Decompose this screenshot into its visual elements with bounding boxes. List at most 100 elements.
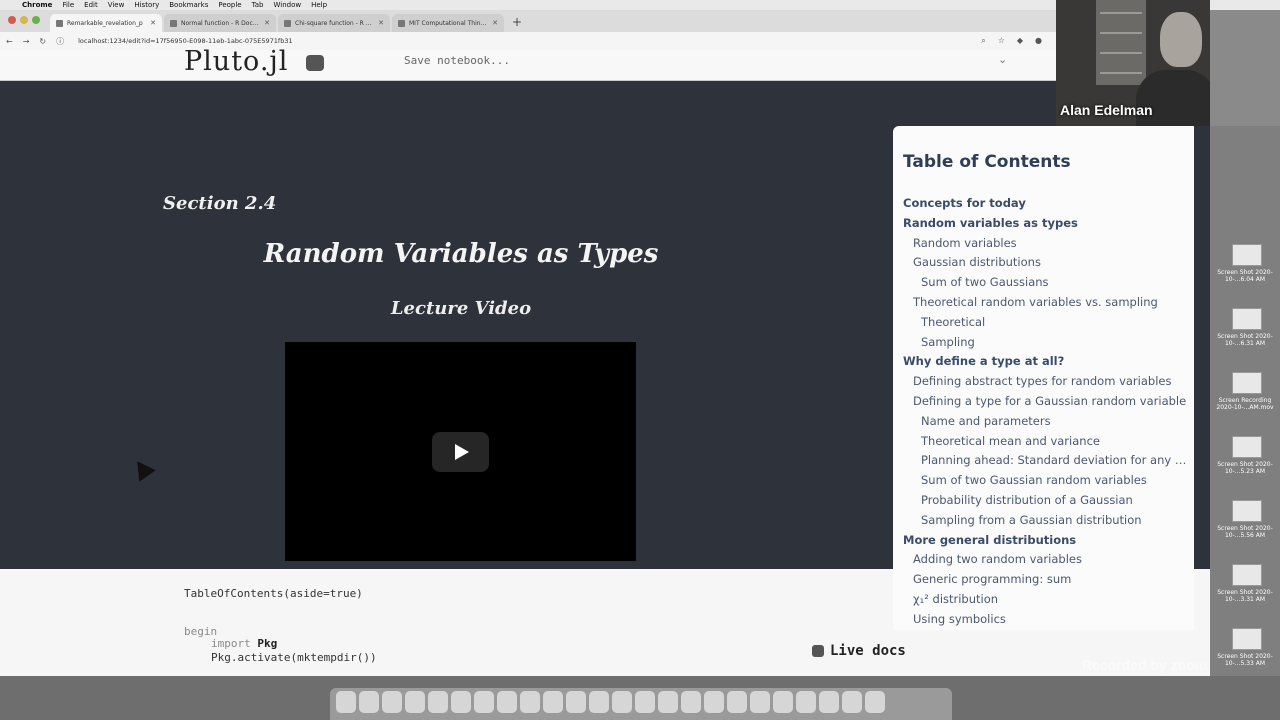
menu-item-history[interactable]: History	[134, 1, 159, 9]
menu-item-chrome[interactable]: Chrome	[22, 1, 52, 9]
dock-app-icon[interactable]	[796, 691, 816, 713]
toc-link[interactable]: Sum of two Gaussian random variables	[921, 473, 1147, 487]
reload-icon[interactable]: ↻	[39, 37, 46, 46]
toc-link[interactable]: Adding two random variables	[913, 552, 1082, 566]
forward-icon[interactable]: →	[23, 37, 30, 46]
export-icon[interactable]: ⌄	[998, 53, 1007, 66]
close-tab-icon[interactable]: ✕	[150, 19, 156, 27]
dock-app-icon[interactable]	[382, 691, 402, 713]
pluto-logo[interactable]: Pluto.jl	[184, 46, 288, 77]
toc-link[interactable]: Concepts for today	[903, 196, 1026, 210]
toc-link[interactable]: Defining a type for a Gaussian random va…	[913, 394, 1186, 408]
toc-link[interactable]: Generic programming: sum	[913, 572, 1071, 586]
browser-tab[interactable]: Remarkable_revelation_p ✕	[50, 14, 162, 32]
extension-icon[interactable]: ◆	[1017, 36, 1023, 46]
desktop-file-label[interactable]: Screen Shot 2020-10-...5.23 AM	[1212, 461, 1278, 475]
dock-app-icon[interactable]	[681, 691, 701, 713]
desktop-file-label[interactable]: Screen Recording 2020-10-...AM.mov	[1212, 397, 1278, 411]
menu-item-window[interactable]: Window	[273, 1, 301, 9]
dock-app-icon[interactable]	[359, 691, 379, 713]
zoom-icon[interactable]: ⌕	[981, 36, 985, 46]
toc-link[interactable]: Name and parameters	[921, 414, 1051, 428]
dock-app-icon[interactable]	[405, 691, 425, 713]
toc-link[interactable]: More general distributions	[903, 533, 1076, 547]
browser-tab[interactable]: Normal function - R Document ✕	[164, 14, 276, 32]
dock-app-icon[interactable]	[635, 691, 655, 713]
info-icon[interactable]: ⓘ	[56, 36, 64, 47]
browser-tab[interactable]: Chi-square function - R Docum ✕	[278, 14, 390, 32]
close-tab-icon[interactable]: ✕	[378, 19, 384, 27]
maximize-window-icon[interactable]	[32, 16, 40, 24]
close-tab-icon[interactable]: ✕	[264, 19, 270, 27]
play-button[interactable]	[432, 432, 489, 472]
menu-item-help[interactable]: Help	[311, 1, 327, 9]
desktop-file-icon[interactable]	[1232, 500, 1262, 522]
new-tab-icon[interactable]: +	[506, 15, 528, 32]
desktop-file-label[interactable]: Screen Shot 2020-10-...3.31 AM	[1212, 589, 1278, 603]
menu-item-people[interactable]: People	[218, 1, 241, 9]
dock-app-icon[interactable]	[589, 691, 609, 713]
desktop-file-label[interactable]: Screen Shot 2020-10-...6.04 AM	[1212, 269, 1278, 283]
back-icon[interactable]: ←	[6, 37, 13, 46]
toc-link[interactable]: Sum of two Gaussians	[921, 275, 1049, 289]
dock-app-icon[interactable]	[520, 691, 540, 713]
desktop-file-label[interactable]: Screen Shot 2020-10-...5.56 AM	[1212, 525, 1278, 539]
desktop-file-icon[interactable]	[1232, 436, 1262, 458]
dock-app-icon[interactable]	[658, 691, 678, 713]
toc-link[interactable]: Theoretical mean and variance	[921, 434, 1100, 448]
menu-item-edit[interactable]: Edit	[84, 1, 98, 9]
menu-item-view[interactable]: View	[108, 1, 125, 9]
live-docs-button[interactable]: Live docs	[812, 643, 906, 659]
browser-tab[interactable]: MIT Computational Thinking S ✕	[392, 14, 504, 32]
save-notebook-status[interactable]: Save notebook...	[404, 54, 510, 67]
dock-app-icon[interactable]	[819, 691, 839, 713]
toc-link[interactable]: Gaussian distributions	[913, 255, 1041, 269]
toc-link[interactable]: Theoretical	[921, 315, 985, 329]
close-tab-icon[interactable]: ✕	[492, 19, 498, 27]
menu-item-bookmarks[interactable]: Bookmarks	[169, 1, 208, 9]
dock-app-icon[interactable]	[773, 691, 793, 713]
tab-favicon-icon	[398, 19, 405, 27]
menu-item-tab[interactable]: Tab	[252, 1, 264, 9]
toc-link[interactable]: Theoretical random variables vs. samplin…	[913, 295, 1158, 309]
desktop-file-icon[interactable]	[1232, 372, 1262, 394]
lecture-video-player[interactable]	[285, 342, 636, 561]
toc-link[interactable]: Sampling	[921, 335, 975, 349]
toc-link[interactable]: Why define a type at all?	[903, 354, 1064, 368]
toc-link[interactable]: χ₁² distribution	[913, 592, 998, 606]
toc-link[interactable]: Random variables as types	[903, 216, 1078, 230]
desktop-file-icon[interactable]	[1232, 628, 1262, 650]
minimize-window-icon[interactable]	[20, 16, 28, 24]
toc-link[interactable]: Probability distribution of a Gaussian	[921, 493, 1133, 507]
dock-app-icon[interactable]	[704, 691, 724, 713]
dock-app-icon[interactable]	[750, 691, 770, 713]
dock-app-icon[interactable]	[451, 691, 471, 713]
toc-link[interactable]: Using symbolics	[913, 612, 1006, 626]
profile-icon[interactable]: ●	[1035, 36, 1042, 46]
pluto-header: Pluto.jl Save notebook... ⌄	[0, 46, 1056, 81]
toc-link[interactable]: Random variables	[913, 236, 1017, 250]
desktop-file-label[interactable]: Screen Shot 2020-10-...6.31 AM	[1212, 333, 1278, 347]
dock-app-icon[interactable]	[566, 691, 586, 713]
dock-app-icon[interactable]	[428, 691, 448, 713]
live-docs-label: Live docs	[830, 643, 906, 659]
desktop-file-icon[interactable]	[1232, 308, 1262, 330]
dock-app-icon[interactable]	[336, 691, 356, 713]
dock-app-icon[interactable]	[543, 691, 563, 713]
toc-link[interactable]: Sampling from a Gaussian distribution	[921, 513, 1142, 527]
dock-app-icon[interactable]	[474, 691, 494, 713]
dock-app-icon[interactable]	[865, 691, 885, 713]
dock-app-icon[interactable]	[612, 691, 632, 713]
bookmark-star-icon[interactable]: ☆	[998, 36, 1005, 46]
dock-app-icon[interactable]	[842, 691, 862, 713]
dock-app-icon[interactable]	[727, 691, 747, 713]
desktop-file-icon[interactable]	[1232, 564, 1262, 586]
close-window-icon[interactable]	[8, 16, 16, 24]
toc-link[interactable]: Planning ahead: Standard deviation for a…	[921, 453, 1186, 467]
dock-app-icon[interactable]	[497, 691, 517, 713]
toc-link[interactable]: Defining abstract types for random varia…	[913, 374, 1171, 388]
menu-item-file[interactable]: File	[62, 1, 74, 9]
url-field[interactable]: localhost:1234/edit?id=17f56950-E098-11e…	[78, 37, 293, 45]
desktop-file-label[interactable]: Screen Shot 2020-10-...5.33 AM	[1212, 653, 1278, 667]
desktop-file-icon[interactable]	[1232, 244, 1262, 266]
